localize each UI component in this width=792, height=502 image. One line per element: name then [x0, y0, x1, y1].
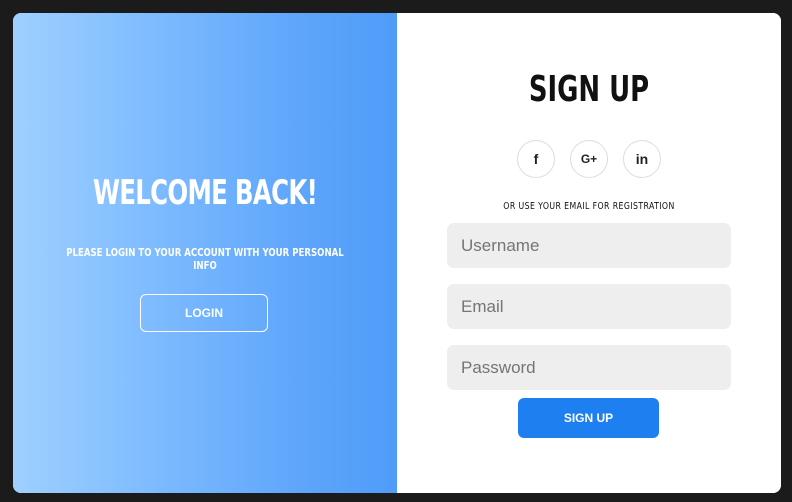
social-buttons: f G+ in: [397, 140, 781, 178]
auth-card: WELCOME BACK! PLEASE LOGIN TO YOUR ACCOU…: [13, 13, 781, 493]
linkedin-button[interactable]: in: [623, 140, 661, 178]
linkedin-icon: in: [635, 151, 649, 167]
signup-title: SIGN UP: [528, 69, 650, 110]
login-button[interactable]: LOGIN: [140, 294, 268, 332]
email-input[interactable]: [447, 284, 731, 329]
welcome-panel: WELCOME BACK! PLEASE LOGIN TO YOUR ACCOU…: [13, 13, 397, 493]
welcome-subtitle: PLEASE LOGIN TO YOUR ACCOUNT WITH YOUR P…: [66, 246, 344, 272]
signup-button[interactable]: SIGN UP: [518, 398, 659, 438]
facebook-button[interactable]: f: [517, 140, 555, 178]
registration-hint: OR USE YOUR EMAIL FOR REGISTRATION: [503, 201, 675, 212]
google-plus-icon: G+: [580, 152, 598, 166]
password-input[interactable]: [447, 345, 731, 390]
facebook-icon: f: [533, 151, 539, 167]
username-input[interactable]: [447, 223, 731, 268]
signup-panel: SIGN UP f G+ in OR USE YOUR EMAIL FOR RE…: [397, 13, 781, 493]
welcome-title: WELCOME BACK!: [92, 173, 318, 213]
google-plus-button[interactable]: G+: [570, 140, 608, 178]
